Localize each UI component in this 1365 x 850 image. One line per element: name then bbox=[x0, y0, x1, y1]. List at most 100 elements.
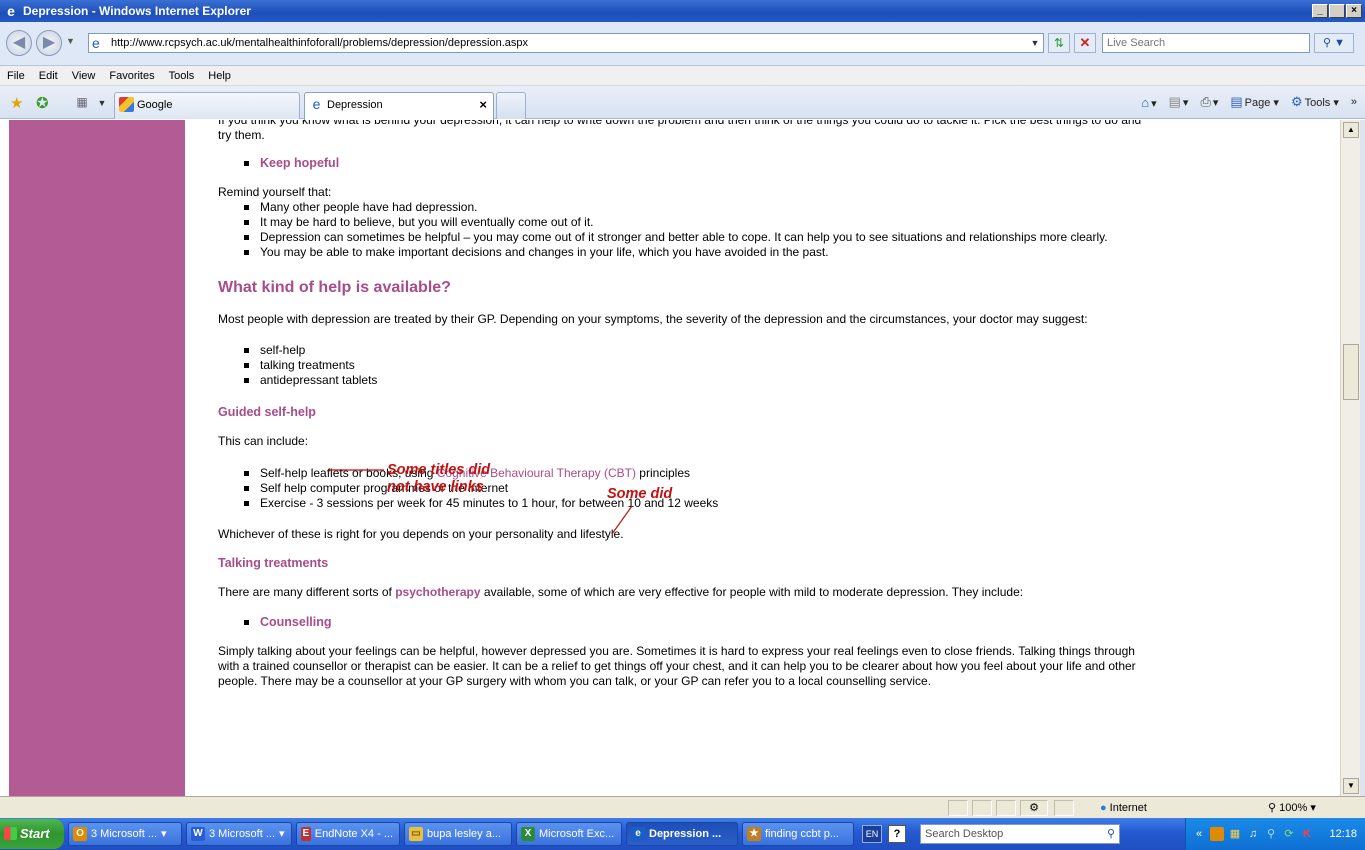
window-title-bar: e Depression - Windows Internet Explorer… bbox=[0, 0, 1365, 22]
talking-text: There are many different sorts of psycho… bbox=[218, 585, 1024, 599]
volume-icon[interactable]: ♫ bbox=[1246, 827, 1260, 841]
tools-menu[interactable]: ⚙ Tools ▾ bbox=[1291, 94, 1339, 110]
live-search-input[interactable] bbox=[1102, 33, 1310, 53]
talking-treatments-heading: Talking treatments bbox=[218, 556, 329, 570]
list-item: Many other people have had depression. bbox=[218, 200, 1148, 215]
add-favorite-icon[interactable]: ✪ bbox=[36, 94, 49, 112]
stop-button[interactable]: ✕ bbox=[1074, 33, 1096, 53]
remind-text: Remind yourself that: bbox=[218, 185, 332, 199]
scroll-down-icon[interactable]: ▼ bbox=[1343, 778, 1359, 794]
command-bar: ⌂ ▾ ▤ ▾ ⎙ ▾ ▤ Page ▾ ⚙ Tools ▾ » bbox=[1141, 94, 1357, 110]
taskbar-item-endnote[interactable]: E EndNote X4 - ... bbox=[296, 822, 400, 846]
menu-file[interactable]: File bbox=[0, 70, 32, 82]
window-edge bbox=[1360, 120, 1365, 796]
print-icon[interactable]: ⎙ ▾ bbox=[1200, 94, 1218, 110]
clock: 12:18 bbox=[1329, 828, 1357, 840]
tab-depression-label: Depression bbox=[327, 99, 383, 111]
menu-bar: File Edit View Favorites Tools Help bbox=[0, 66, 1365, 86]
new-tab-button[interactable] bbox=[496, 92, 526, 119]
scroll-up-icon[interactable]: ▲ bbox=[1343, 122, 1359, 138]
scrollbar-thumb[interactable] bbox=[1343, 344, 1359, 400]
menu-tools[interactable]: Tools bbox=[162, 70, 202, 82]
outlook-icon: O bbox=[73, 827, 87, 841]
minimize-button[interactable]: _ bbox=[1312, 4, 1328, 18]
maximize-button[interactable] bbox=[1329, 4, 1345, 18]
more-commands-icon[interactable]: » bbox=[1351, 96, 1357, 108]
menu-view[interactable]: View bbox=[65, 70, 103, 82]
protected-mode-icon[interactable]: ⚙ bbox=[1020, 800, 1048, 816]
taskbar-item-depression[interactable]: e Depression ... bbox=[626, 822, 738, 846]
list-item: You may be able to make important decisi… bbox=[218, 245, 1148, 260]
list-item: talking treatments bbox=[218, 358, 1148, 373]
keep-hopeful-item: Keep hopeful bbox=[218, 156, 1148, 171]
address-dropdown-icon[interactable]: ▼ bbox=[1028, 34, 1042, 52]
list-item: antidepressant tablets bbox=[218, 373, 1148, 388]
tab-google-label: Google bbox=[137, 99, 173, 111]
search-tray-icon[interactable]: ⚲ bbox=[1264, 827, 1278, 841]
page-viewport: If you think you know what is behind you… bbox=[0, 120, 1340, 796]
taskbar-item-excel[interactable]: X Microsoft Exc... bbox=[516, 822, 622, 846]
google-icon: g bbox=[119, 97, 134, 112]
favorites-star-icon[interactable]: ★ bbox=[10, 94, 23, 112]
ie-icon: e bbox=[631, 827, 645, 841]
start-button[interactable]: Start bbox=[0, 819, 64, 849]
cut-paragraph: If you think you know what is behind you… bbox=[218, 120, 1142, 142]
address-toolbar: ◀ ▶ ▼ e http://www.rcpsych.ac.uk/mentalh… bbox=[0, 22, 1365, 66]
page-menu[interactable]: ▤ Page ▾ bbox=[1230, 94, 1279, 110]
tab-close-icon[interactable]: × bbox=[479, 93, 487, 117]
security-zone[interactable]: ● Internet bbox=[1100, 800, 1147, 816]
tab-bar: ★ ✪ ▦ ▼ g Google e Depression × ⌂▾ ▤▾ ⎙▾… bbox=[0, 86, 1365, 120]
taskbar-item-word[interactable]: W3 Microsoft ... ▾ bbox=[186, 822, 292, 846]
home-icon[interactable]: ⌂ ▾ bbox=[1141, 95, 1156, 110]
zoom-level[interactable]: ⚲ 100% ▾ bbox=[1268, 800, 1316, 816]
close-button[interactable]: × bbox=[1346, 4, 1362, 18]
feeds-icon[interactable]: ▤ ▾ bbox=[1169, 94, 1189, 110]
search-icon: ⚲ bbox=[1106, 828, 1115, 840]
status-bar: ⚙ ● Internet ⚲ 100% ▾ bbox=[0, 796, 1365, 818]
search-icon[interactable]: ⚲ ▼ bbox=[1314, 33, 1354, 53]
keep-hopeful-heading: Keep hopeful bbox=[260, 156, 340, 170]
annotation-titles: Some titles did not have links bbox=[387, 462, 491, 495]
endnote-icon: E bbox=[301, 827, 311, 841]
address-field[interactable]: e http://www.rcpsych.ac.uk/mentalhealthi… bbox=[88, 33, 1044, 53]
ie-logo-icon: e bbox=[7, 3, 15, 19]
menu-edit[interactable]: Edit bbox=[32, 70, 65, 82]
desktop-search-input[interactable]: Search Desktop ⚲ bbox=[920, 824, 1120, 844]
site-sidebar bbox=[9, 120, 185, 796]
sync-icon[interactable]: ⟳ bbox=[1282, 827, 1296, 841]
forward-button[interactable]: ▶ bbox=[36, 30, 62, 56]
network-icon[interactable]: ▦ bbox=[1228, 827, 1242, 841]
taskbar: Start O3 Microsoft ... ▾ W3 Microsoft ...… bbox=[0, 818, 1365, 850]
windows-flag-icon bbox=[4, 827, 17, 840]
list-item: Self help computer programmes or the int… bbox=[218, 481, 1148, 496]
quick-tabs-icon[interactable]: ▦ bbox=[72, 95, 92, 111]
outlook-tray-icon[interactable] bbox=[1210, 827, 1224, 841]
list-item: self-help bbox=[218, 343, 1148, 358]
language-indicator[interactable]: EN bbox=[862, 825, 882, 843]
menu-help[interactable]: Help bbox=[201, 70, 238, 82]
tab-google[interactable]: g Google bbox=[114, 92, 300, 119]
list-item: It may be hard to believe, but you will … bbox=[218, 215, 1148, 230]
antivirus-icon[interactable]: K bbox=[1300, 827, 1314, 841]
counselling-text: Simply talking about your feelings can b… bbox=[218, 644, 1136, 688]
tray-expand-icon[interactable]: « bbox=[1192, 827, 1206, 841]
psychotherapy-link[interactable]: psychotherapy bbox=[395, 585, 480, 599]
vertical-scrollbar[interactable]: ▲ ▼ bbox=[1340, 120, 1360, 796]
address-url: http://www.rcpsych.ac.uk/mentalhealthinf… bbox=[111, 37, 528, 49]
menu-favorites[interactable]: Favorites bbox=[102, 70, 161, 82]
help-icon[interactable]: ? bbox=[888, 825, 906, 843]
counselling-link[interactable]: Counselling bbox=[260, 615, 332, 629]
tab-list-dropdown-icon[interactable]: ▼ bbox=[96, 95, 108, 111]
gear-icon: ⚙ bbox=[1290, 94, 1303, 109]
tab-depression[interactable]: e Depression × bbox=[304, 92, 494, 120]
help-heading: What kind of help is available? bbox=[218, 279, 451, 296]
word-icon: W bbox=[191, 827, 205, 841]
back-button[interactable]: ◀ bbox=[6, 30, 32, 56]
taskbar-item-ccbt[interactable]: ★ finding ccbt p... bbox=[742, 822, 854, 846]
recent-pages-dropdown[interactable]: ▼ bbox=[66, 36, 75, 46]
taskbar-item-outlook[interactable]: O3 Microsoft ... ▾ bbox=[68, 822, 182, 846]
list-item: Exercise - 3 sessions per week for 45 mi… bbox=[218, 496, 1148, 511]
folder-icon: ▭ bbox=[409, 827, 423, 841]
taskbar-item-folder[interactable]: ▭ bupa lesley a... bbox=[404, 822, 512, 846]
refresh-button[interactable]: ⇅ bbox=[1048, 33, 1070, 53]
